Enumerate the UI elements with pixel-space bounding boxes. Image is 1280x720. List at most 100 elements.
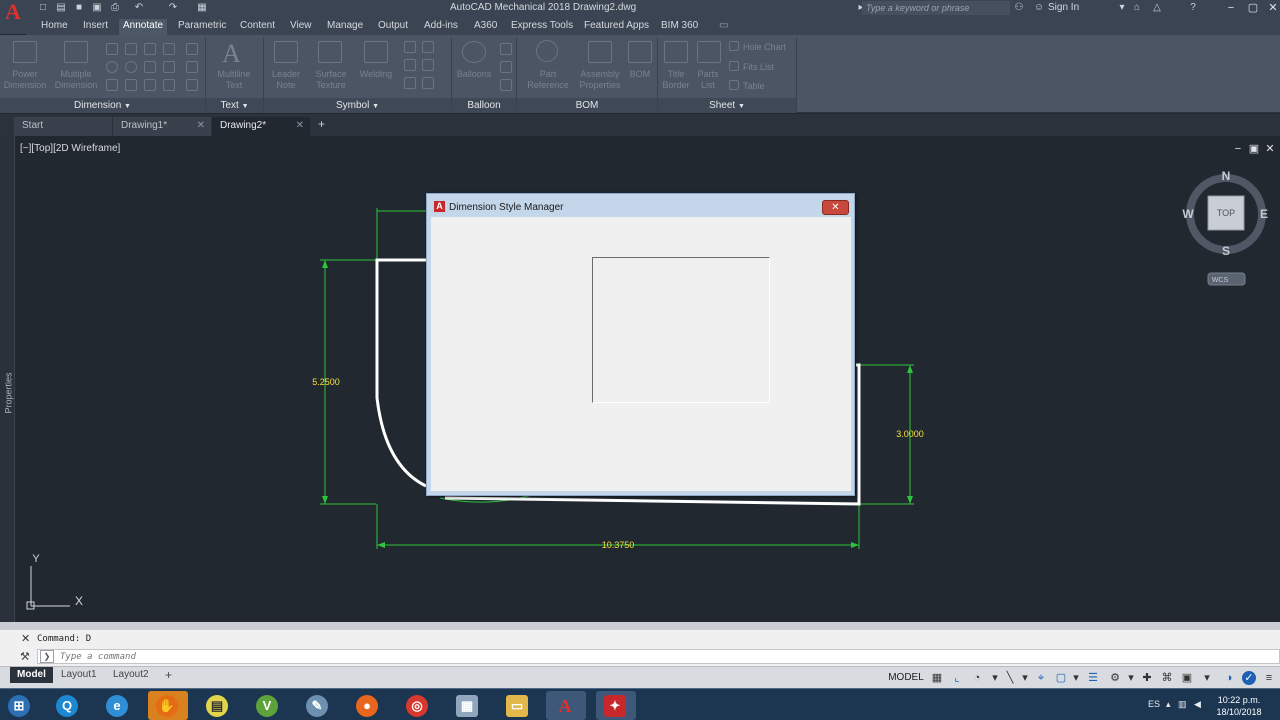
chevron-down-icon[interactable]: ▾ <box>1069 671 1083 685</box>
model-space-button[interactable]: MODEL <box>887 670 925 686</box>
welding-icon[interactable] <box>364 41 388 63</box>
tray-chevron-up-icon[interactable]: ▴ <box>1166 699 1171 710</box>
command-input[interactable] <box>60 651 660 663</box>
tab-insert[interactable]: Insert <box>83 19 108 35</box>
redo-icon[interactable]: ↷ <box>166 1 180 15</box>
angular-dim-icon[interactable] <box>144 61 156 73</box>
symbol-small-icon[interactable] <box>404 41 416 53</box>
panel-sheet[interactable]: Sheet ▼ <box>658 98 796 113</box>
part-reference-icon[interactable] <box>536 40 558 62</box>
system-clock[interactable]: 10:22 p.m. 18/10/2018 <box>1208 694 1270 718</box>
compass-south[interactable]: S <box>1222 244 1230 258</box>
chevron-down-icon[interactable]: ▾ <box>988 671 1002 685</box>
save-icon[interactable]: ■ <box>72 1 86 15</box>
new-tab-icon[interactable]: + <box>318 117 325 131</box>
tab-output[interactable]: Output <box>378 19 408 35</box>
gear-icon[interactable]: ⚙ <box>1108 671 1122 685</box>
minimize-button[interactable]: − <box>1220 0 1242 17</box>
tab-add-ins[interactable]: Add-ins <box>424 19 458 35</box>
polar-icon[interactable]: ╲ <box>1003 671 1017 685</box>
continue-dim-icon[interactable] <box>163 43 175 55</box>
volume-icon[interactable]: ◀ <box>1194 699 1201 710</box>
language-indicator[interactable]: ES <box>1148 699 1160 709</box>
taskbar-autocad[interactable]: A <box>546 691 586 720</box>
annotation-scale-icon[interactable]: ▣ <box>1180 671 1194 685</box>
app-menu-button[interactable]: A <box>0 0 26 34</box>
command-input-box[interactable]: ❯ <box>37 649 1280 664</box>
linear-dim-icon[interactable] <box>106 43 118 55</box>
workspace-switch-icon[interactable]: ⌘ <box>1160 671 1174 685</box>
panel-dimension[interactable]: Dimension ▼ <box>0 98 205 113</box>
sign-in-link[interactable]: Sign In <box>1048 2 1079 13</box>
arc-length-icon[interactable] <box>144 79 156 91</box>
crosshair-icon[interactable]: ✚ <box>1140 671 1154 685</box>
osnap-icon[interactable]: ⌖ <box>1034 671 1048 685</box>
file-tab-drawing1[interactable]: Drawing1* ✕ <box>113 117 211 136</box>
balloons-icon[interactable] <box>462 41 486 63</box>
file-tab-drawing2[interactable]: Drawing2* ✕ <box>212 117 310 136</box>
power-dimension-label[interactable]: Power Dimension <box>0 69 50 91</box>
parts-list-label[interactable]: Parts List <box>692 69 724 91</box>
bom-label[interactable]: BOM <box>625 69 655 80</box>
search-input[interactable]: Type a keyword or phrase <box>862 1 1010 15</box>
lineweight-icon[interactable]: ☰ <box>1086 671 1100 685</box>
start-button[interactable]: ⊞ <box>0 691 40 720</box>
binoculars-icon[interactable]: ⚇ <box>1012 1 1026 15</box>
snap-icon[interactable]: ⌞ <box>950 671 964 685</box>
restore-button[interactable]: ▢ <box>1242 0 1264 17</box>
user-icon[interactable]: ☺ <box>1032 1 1046 15</box>
assembly-properties-icon[interactable] <box>588 41 612 63</box>
radius-dim-icon[interactable] <box>106 61 118 73</box>
close-window-button[interactable]: ✕ <box>1262 0 1280 17</box>
tab-home[interactable]: Home <box>41 19 68 35</box>
network-icon[interactable]: ▥ <box>1178 699 1187 710</box>
title-border-icon[interactable] <box>664 41 688 63</box>
file-tab-start[interactable]: Start <box>14 117 112 136</box>
ordinate-dim-icon[interactable] <box>163 61 175 73</box>
parts-list-icon[interactable] <box>697 41 721 63</box>
help-icon[interactable]: ? <box>1186 1 1200 15</box>
panel-text[interactable]: Text ▼ <box>206 98 263 113</box>
chevron-down-icon[interactable]: ▾ <box>1115 1 1129 15</box>
panel-bom[interactable]: BOM <box>517 98 657 113</box>
multiline-text-label[interactable]: Multiline Text <box>208 69 260 91</box>
hardware-accel-icon[interactable]: ✓ <box>1242 671 1256 685</box>
welding-label[interactable]: Welding <box>354 69 398 80</box>
new-icon[interactable]: □ <box>36 1 50 15</box>
power-dimension-icon[interactable] <box>13 41 37 63</box>
taskbar-explorer[interactable]: ▭ <box>498 691 538 720</box>
layout-tab-layout1[interactable]: Layout1 <box>54 667 104 683</box>
tab-bim-360[interactable]: BIM 360 <box>661 19 698 35</box>
taskbar-ie[interactable]: e <box>98 691 138 720</box>
dim-edit-icon[interactable] <box>186 79 198 91</box>
close-tab-icon[interactable]: ✕ <box>296 117 304 135</box>
wrench-icon[interactable]: ⚒ <box>20 650 30 663</box>
undo-icon[interactable]: ↶ <box>132 1 146 15</box>
panel-balloon[interactable]: Balloon <box>452 98 516 113</box>
leader-note-icon[interactable] <box>274 41 298 63</box>
taskbar-paint[interactable]: ✎ <box>298 691 338 720</box>
multiple-dimension-label[interactable]: Multiple Dimension <box>51 69 101 91</box>
close-command-line-icon[interactable]: ✕ <box>21 632 30 645</box>
symbol-small-icon[interactable] <box>404 77 416 89</box>
assembly-properties-label[interactable]: Assembly Properties <box>574 69 626 91</box>
workspace-icon[interactable]: ▦ <box>195 1 209 15</box>
taskbar-firefox[interactable]: ● <box>348 691 388 720</box>
multiline-text-icon[interactable]: A <box>222 39 241 69</box>
tab-content[interactable]: Content <box>240 19 275 35</box>
ortho-icon[interactable]: ◔ <box>970 671 984 685</box>
taskbar-calculator[interactable]: ▦ <box>448 691 488 720</box>
object-snap-icon[interactable]: ▢ <box>1054 671 1068 685</box>
chevron-down-icon[interactable]: ▾ <box>1018 671 1032 685</box>
tab-express-tools[interactable]: Express Tools <box>511 19 573 35</box>
hole-chart-label[interactable]: Hole Chart <box>743 42 786 53</box>
compass-north[interactable]: N <box>1222 169 1231 183</box>
tab-annotate[interactable]: Annotate <box>119 19 168 35</box>
taskbar-notes[interactable]: ▤ <box>198 691 238 720</box>
cart-icon[interactable]: ⌂ <box>1130 1 1144 15</box>
arc-dim-icon[interactable] <box>106 79 118 91</box>
customize-menu-icon[interactable]: ≡ <box>1262 671 1276 685</box>
multiple-dimension-icon[interactable] <box>64 41 88 63</box>
taskbar-app-active[interactable]: ✋ <box>148 691 188 720</box>
dim-space-icon[interactable] <box>186 43 198 55</box>
